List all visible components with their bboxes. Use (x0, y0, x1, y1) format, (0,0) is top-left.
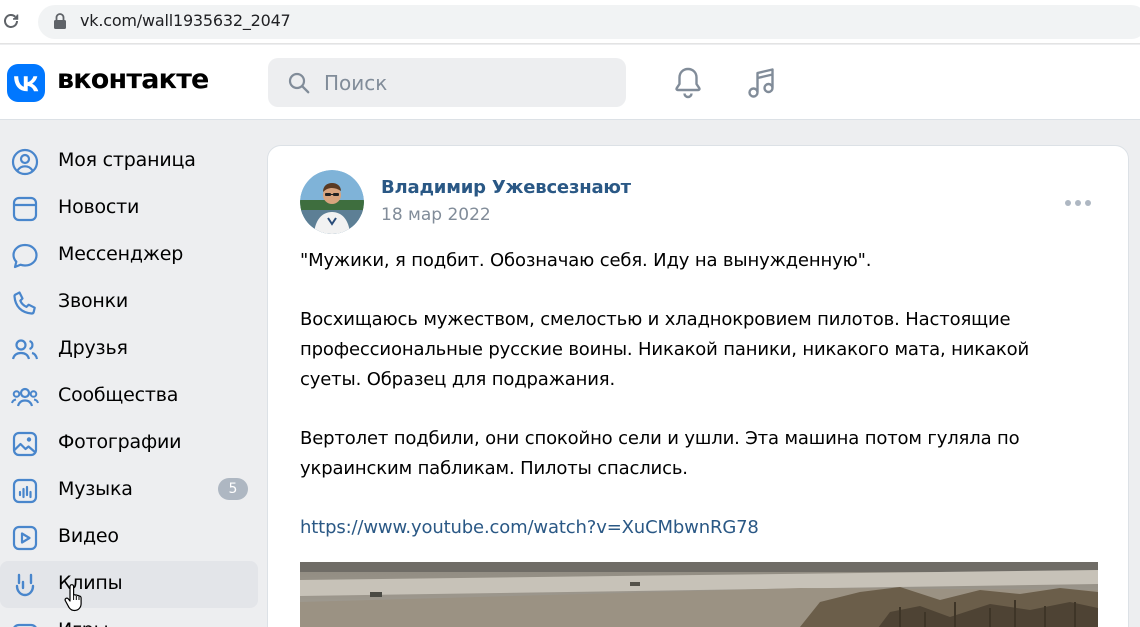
sidebar-item-friends[interactable]: Друзья (0, 326, 258, 373)
clips-icon (15, 573, 35, 597)
post-author-name[interactable]: Владимир Ужевсезнают (381, 177, 631, 198)
reload-icon[interactable] (2, 12, 20, 30)
games-icon (13, 623, 37, 627)
games-count-badge: 5 (218, 478, 248, 500)
communities-icon (11, 387, 39, 407)
sidebar-item-games[interactable]: Игры (0, 608, 258, 627)
sidebar-item-my-page[interactable]: Моя страница (0, 138, 258, 185)
vk-header: вконтакте (0, 45, 1140, 120)
notifications-bell-icon[interactable] (668, 63, 708, 103)
post-paragraph: Вертолет подбили, они спокойно сели и уш… (300, 428, 1020, 479)
sidebar-item-video[interactable]: Видео (0, 514, 258, 561)
sidebar-item-label: Игры (58, 619, 109, 627)
user-circle-icon (11, 148, 39, 176)
browser-address-bar: vk.com/wall1935632_2047 (0, 0, 1140, 44)
post-paragraph: Восхищаюсь мужеством, смелостью и хладно… (300, 309, 1030, 390)
phone-icon (13, 291, 36, 315)
sidebar-item-news[interactable]: Новости (0, 185, 258, 232)
hand-cursor-icon (64, 584, 82, 612)
video-icon (12, 525, 38, 551)
music-note-icon[interactable] (742, 63, 782, 103)
author-avatar[interactable] (300, 170, 364, 234)
friends-icon (11, 339, 39, 360)
message-icon (12, 243, 38, 269)
sidebar-item-label: Фотографии (58, 431, 182, 453)
sidebar-nav: Моя страница Новости Мессенджер Звонки Д… (0, 138, 262, 627)
music-icon (12, 478, 38, 504)
sidebar-item-calls[interactable]: Звонки (0, 279, 258, 326)
vk-brand[interactable]: вконтакте (57, 64, 209, 95)
sidebar-item-label: Моя страница (58, 149, 196, 171)
sidebar-item-label: Мессенджер (58, 243, 184, 265)
sidebar-item-communities[interactable]: Сообщества (0, 373, 258, 420)
post-text: "Мужики, я подбит. Обозначаю себя. Иду н… (300, 246, 1090, 572)
post-date[interactable]: 18 мар 2022 (381, 205, 491, 225)
search-box[interactable] (268, 58, 626, 107)
lock-icon[interactable] (53, 13, 67, 29)
sidebar-item-label: Сообщества (58, 384, 179, 406)
sidebar-item-clips[interactable]: Клипы (0, 561, 258, 608)
post-paragraph: "Мужики, я подбит. Обозначаю себя. Иду н… (300, 250, 872, 271)
news-icon (12, 196, 38, 222)
vk-logo-icon[interactable] (7, 64, 45, 102)
sidebar-item-label: Музыка (58, 478, 133, 500)
photo-icon (12, 431, 38, 457)
sidebar-item-label: Друзья (58, 337, 128, 359)
post-youtube-link[interactable]: https://www.youtube.com/watch?v=XuCMbwnR… (300, 517, 759, 538)
search-input[interactable] (324, 58, 614, 107)
sidebar-item-messenger[interactable]: Мессенджер (0, 232, 258, 279)
sidebar-item-label: Новости (58, 196, 140, 218)
sidebar-item-photos[interactable]: Фотографии (0, 420, 258, 467)
url-text[interactable]: vk.com/wall1935632_2047 (80, 11, 291, 30)
more-options-icon[interactable] (1064, 198, 1092, 208)
sidebar-item-label: Звонки (58, 290, 129, 312)
sidebar-item-label: Видео (58, 525, 119, 547)
video-preview-image[interactable] (300, 562, 1098, 627)
wall-post: Владимир Ужевсезнают 18 мар 2022 "Мужики… (267, 145, 1129, 627)
search-icon (288, 72, 310, 94)
